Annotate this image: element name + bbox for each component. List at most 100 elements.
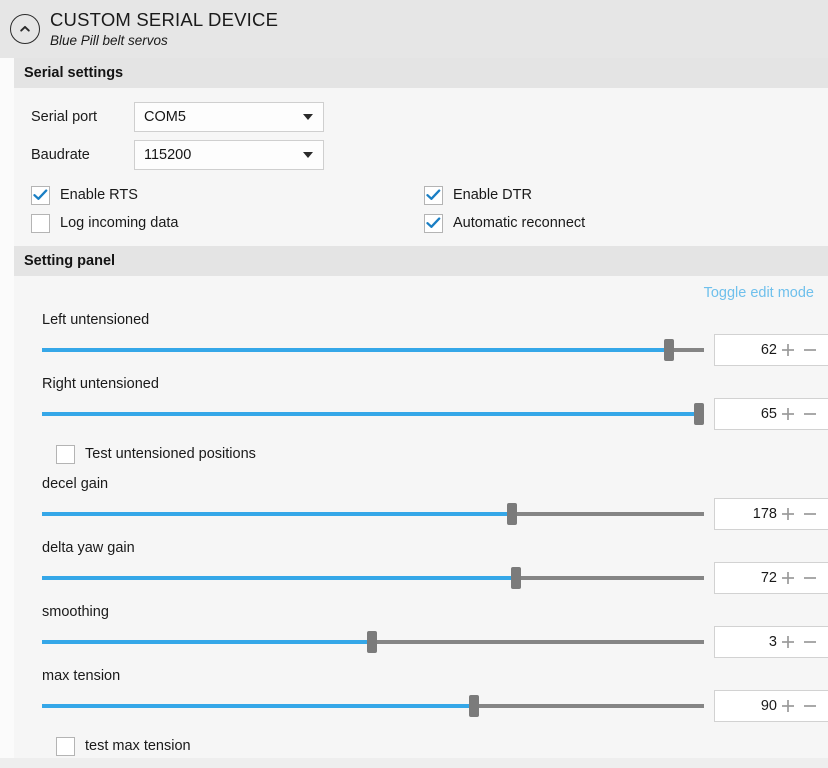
plus-icon[interactable]: [777, 403, 799, 425]
serial-port-value: COM5: [144, 109, 186, 125]
minus-icon[interactable]: [799, 403, 821, 425]
checkmark-icon: [426, 189, 441, 201]
checkbox-label: Test untensioned positions: [85, 446, 256, 462]
chevron-down-icon: [303, 152, 313, 158]
slider-value: 90: [760, 698, 777, 714]
slider-label: Right untensioned: [42, 376, 159, 392]
slider-track-fill: [42, 640, 372, 644]
checkbox-test-max-tension[interactable]: test max tension: [28, 735, 814, 757]
serial-port-label: Serial port: [31, 109, 98, 125]
checkbox-enable-rts[interactable]: Enable RTS: [31, 184, 138, 206]
slider-track-max-tension[interactable]: [42, 691, 704, 721]
plus-icon[interactable]: [777, 503, 799, 525]
serial-settings-header: Serial settings: [14, 58, 828, 88]
slider-group: Left untensioned 62 Right untensioned 65…: [14, 312, 828, 757]
plus-icon[interactable]: [777, 695, 799, 717]
slider-value-box-left-untensioned[interactable]: 62: [714, 334, 828, 366]
slider-track-left-untensioned[interactable]: [42, 335, 704, 365]
slider-thumb[interactable]: [693, 403, 704, 425]
slider-row-delta-yaw-gain: delta yaw gain 72: [28, 540, 828, 594]
minus-icon[interactable]: [799, 695, 821, 717]
collapse-panel-button[interactable]: [10, 14, 40, 44]
slider-track-fill: [42, 512, 513, 516]
checkmark-icon: [426, 217, 441, 229]
slider-row-right-untensioned: Right untensioned 65: [28, 376, 828, 430]
baudrate-label: Baudrate: [31, 147, 90, 163]
checkbox-box[interactable]: [56, 736, 75, 756]
slider-thumb[interactable]: [366, 631, 377, 653]
checkbox-box[interactable]: [31, 213, 50, 233]
slider-value: 3: [768, 634, 777, 650]
plus-icon[interactable]: [777, 339, 799, 361]
baudrate-value: 115200: [144, 147, 192, 163]
slider-value: 65: [760, 406, 777, 422]
checkbox-box[interactable]: [31, 185, 50, 205]
plus-icon[interactable]: [777, 567, 799, 589]
slider-track-right-untensioned[interactable]: [42, 399, 704, 429]
checkbox-box[interactable]: [424, 185, 443, 205]
slider-track-decel-gain[interactable]: [42, 499, 704, 529]
baudrate-row: Baudrate 115200: [14, 140, 828, 170]
device-subtitle: Blue Pill belt servos: [50, 32, 168, 48]
minus-icon[interactable]: [799, 503, 821, 525]
slider-value-box-right-untensioned[interactable]: 65: [714, 398, 828, 430]
left-gutter: [0, 58, 14, 768]
toggle-edit-mode-wrap: Toggle edit mode: [14, 276, 828, 301]
slider-track-fill: [42, 348, 669, 352]
chevron-up-circle-icon: [18, 22, 32, 36]
setting-panel-header: Setting panel: [14, 246, 828, 276]
minus-icon[interactable]: [799, 631, 821, 653]
toggle-edit-mode-link[interactable]: Toggle edit mode: [704, 285, 814, 301]
slider-value-box-decel-gain[interactable]: 178: [714, 498, 828, 530]
bottom-strip: [0, 758, 828, 768]
serial-port-row: Serial port COM5: [14, 102, 828, 132]
slider-value-box-delta-yaw-gain[interactable]: 72: [714, 562, 828, 594]
checkmark-icon: [33, 189, 48, 201]
slider-thumb[interactable]: [469, 695, 480, 717]
plus-icon[interactable]: [777, 631, 799, 653]
checkbox-box[interactable]: [424, 213, 443, 233]
slider-value-box-max-tension[interactable]: 90: [714, 690, 828, 722]
custom-serial-device-panel: CUSTOM SERIAL DEVICE Blue Pill belt serv…: [0, 0, 828, 768]
slider-track-fill: [42, 704, 475, 708]
checkbox-label: Enable RTS: [60, 187, 138, 203]
checkbox-box[interactable]: [56, 444, 75, 464]
serial-port-dropdown[interactable]: COM5: [134, 102, 324, 132]
checkbox-test-untensioned-positions[interactable]: Test untensioned positions: [28, 443, 814, 465]
checkbox-enable-dtr[interactable]: Enable DTR: [424, 184, 532, 206]
slider-value: 62: [760, 342, 777, 358]
device-title-block: CUSTOM SERIAL DEVICE Blue Pill belt serv…: [50, 9, 279, 48]
panel-content: Serial settings Serial port COM5 Baudrat…: [0, 58, 828, 768]
checkbox-automatic-reconnect[interactable]: Automatic reconnect: [424, 212, 585, 234]
slider-thumb[interactable]: [507, 503, 518, 525]
chevron-down-icon: [303, 114, 313, 120]
slider-label: max tension: [42, 668, 121, 684]
slider-track-fill: [42, 576, 516, 580]
slider-track-delta-yaw-gain[interactable]: [42, 563, 704, 593]
slider-thumb[interactable]: [510, 567, 521, 589]
slider-value-box-smoothing[interactable]: 3: [714, 626, 828, 658]
slider-label: decel gain: [42, 476, 109, 492]
minus-icon[interactable]: [799, 339, 821, 361]
slider-value: 72: [760, 570, 777, 586]
serial-settings-body: Serial port COM5 Baudrate 115200 Enable …: [14, 88, 828, 246]
checkbox-log-incoming-data[interactable]: Log incoming data: [31, 212, 179, 234]
slider-label: Left untensioned: [42, 312, 150, 328]
device-title: CUSTOM SERIAL DEVICE: [50, 9, 279, 31]
slider-thumb[interactable]: [663, 339, 674, 361]
checkbox-label: Enable DTR: [453, 187, 532, 203]
device-header: CUSTOM SERIAL DEVICE Blue Pill belt serv…: [0, 0, 828, 58]
slider-label: smoothing: [42, 604, 109, 620]
baudrate-dropdown[interactable]: 115200: [134, 140, 324, 170]
checkbox-label: test max tension: [85, 738, 191, 754]
checkbox-label: Automatic reconnect: [453, 215, 586, 231]
slider-row-decel-gain: decel gain 178: [28, 476, 828, 530]
slider-track-smoothing[interactable]: [42, 627, 704, 657]
setting-panel-body: Toggle edit mode Left untensioned 62 Rig…: [14, 276, 828, 757]
slider-value: 178: [752, 506, 777, 522]
slider-row-left-untensioned: Left untensioned 62: [28, 312, 828, 366]
checkbox-label: Log incoming data: [60, 215, 179, 231]
slider-label: delta yaw gain: [42, 540, 135, 556]
minus-icon[interactable]: [799, 567, 821, 589]
slider-row-max-tension: max tension 90: [28, 668, 828, 722]
